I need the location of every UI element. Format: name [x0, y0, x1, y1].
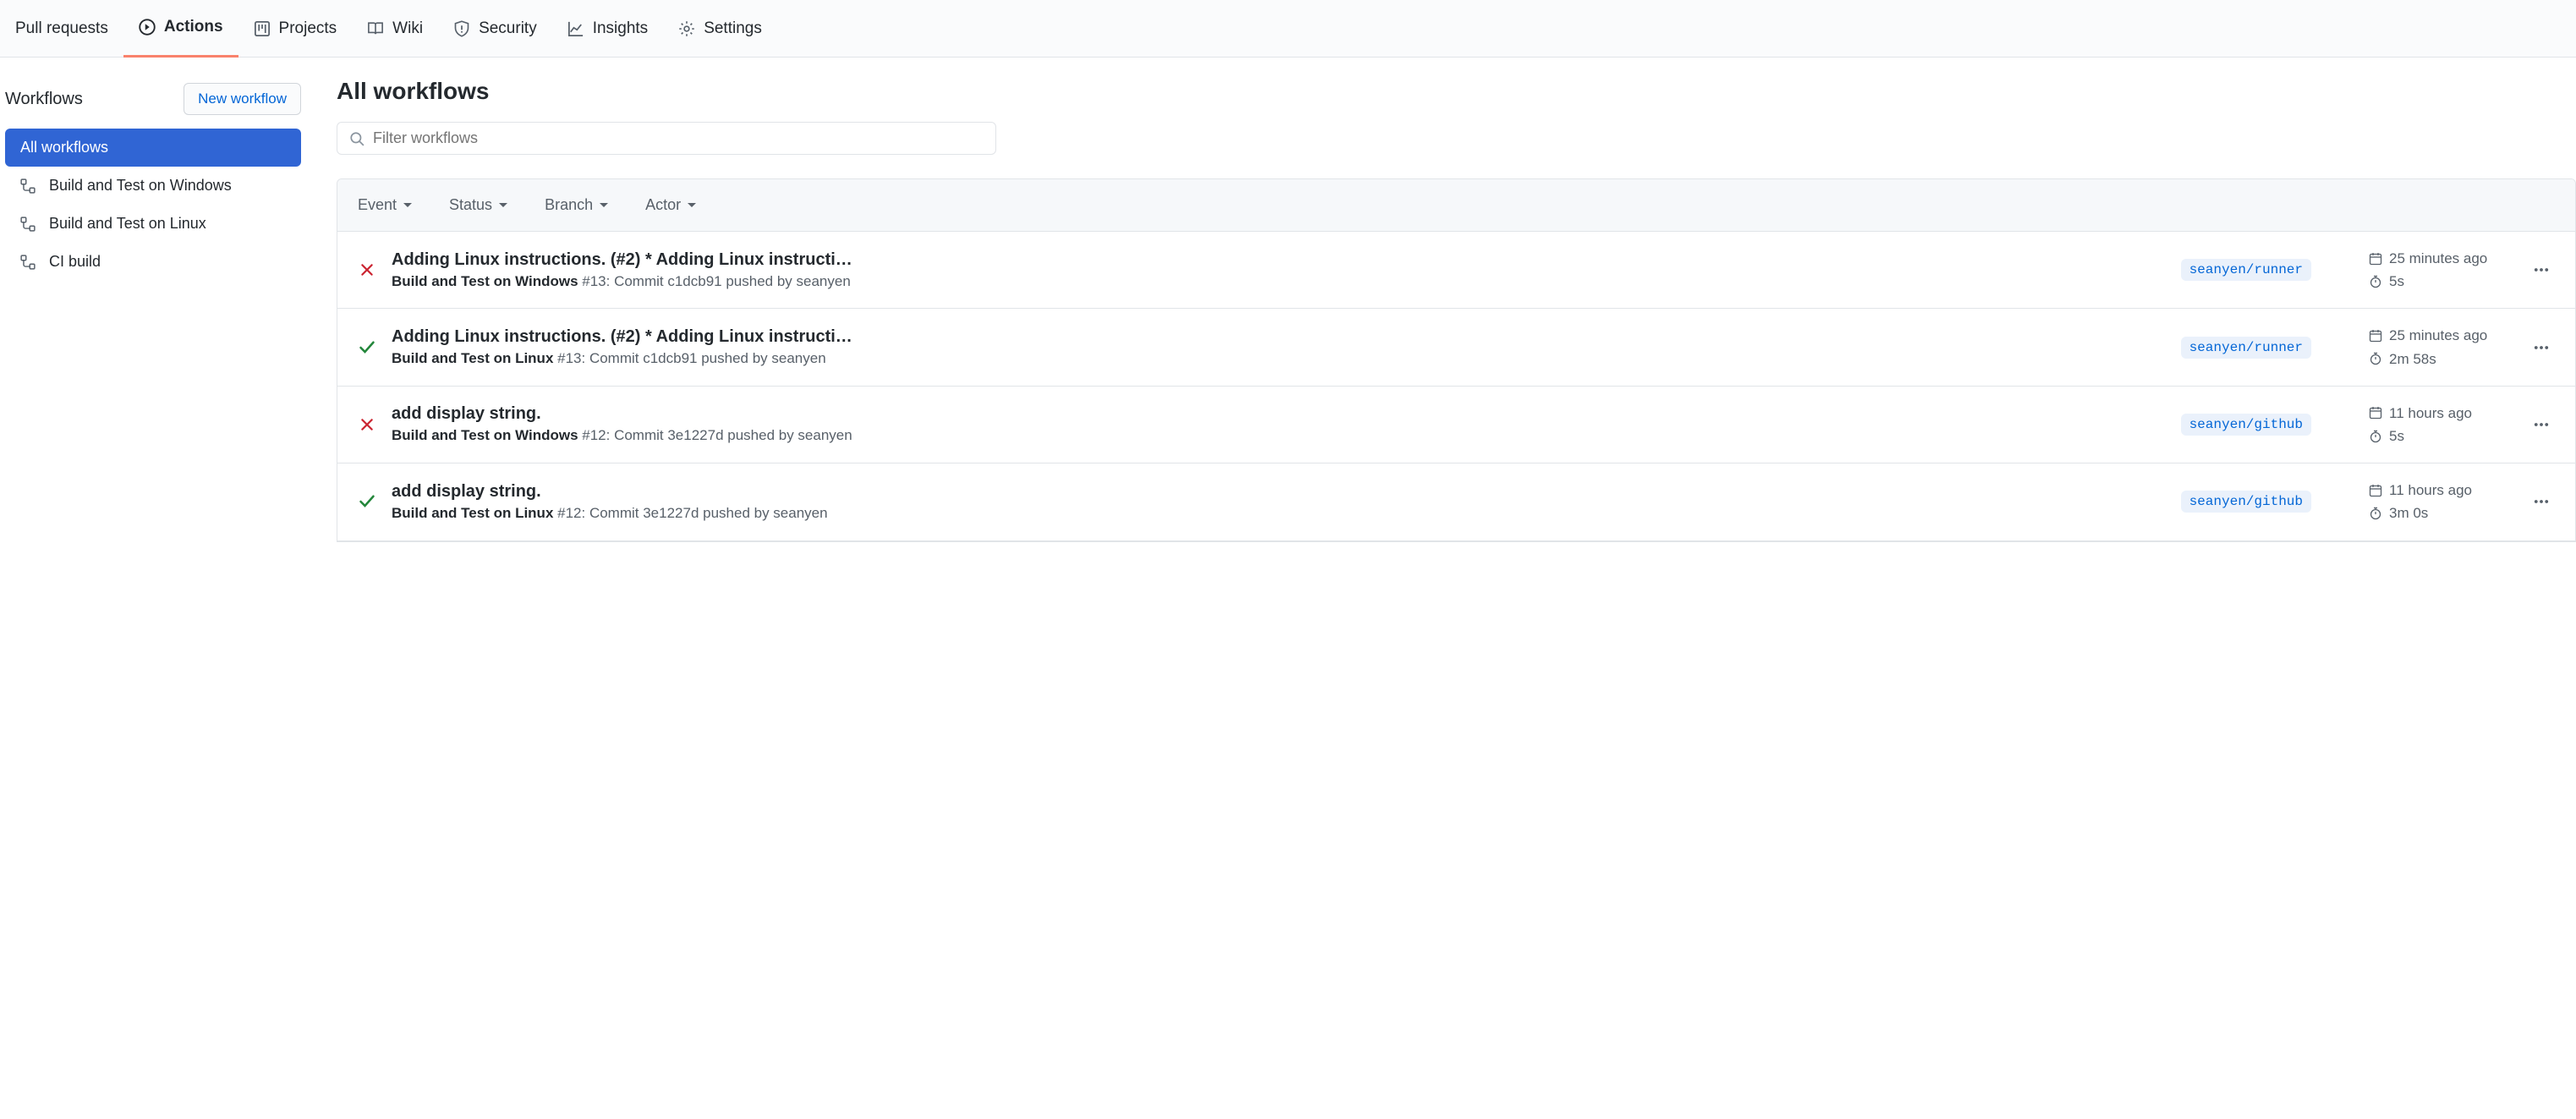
- sidebar-item-label: CI build: [49, 253, 101, 271]
- stopwatch-icon: [2369, 275, 2382, 288]
- calendar-icon: [2369, 252, 2382, 266]
- check-icon: [358, 339, 376, 356]
- search-icon: [349, 131, 364, 146]
- filter-box[interactable]: [337, 122, 996, 155]
- run-title[interactable]: add display string.: [392, 482, 2124, 502]
- filter-actor[interactable]: Actor: [645, 196, 696, 214]
- kebab-menu[interactable]: [2528, 411, 2555, 438]
- tab-pull-requests[interactable]: Pull requests: [0, 0, 123, 58]
- tab-projects[interactable]: Projects: [238, 0, 353, 58]
- run-meta: 25 minutes ago5s: [2369, 247, 2513, 293]
- runs-header: Event Status Branch Actor: [337, 179, 2575, 232]
- run-title[interactable]: Adding Linux instructions. (#2) * Adding…: [392, 327, 2124, 347]
- run-meta: 11 hours ago5s: [2369, 402, 2513, 447]
- sidebar-title: Workflows: [5, 90, 83, 109]
- check-icon: [358, 493, 376, 510]
- runs-list: Event Status Branch Actor Adding Linux i…: [337, 178, 2576, 542]
- shield-icon: [453, 20, 470, 37]
- run-subtitle: Build and Test on Linux #12: Commit 3e12…: [392, 505, 2124, 522]
- run-meta: 25 minutes ago2m 58s: [2369, 324, 2513, 370]
- calendar-icon: [2369, 406, 2382, 420]
- play-icon: [139, 19, 156, 36]
- chevron-down-icon: [403, 203, 412, 207]
- main-content: All workflows Event Status Branch Actor …: [321, 78, 2576, 542]
- stopwatch-icon: [2369, 430, 2382, 443]
- tab-settings[interactable]: Settings: [663, 0, 777, 58]
- run-title[interactable]: Adding Linux instructions. (#2) * Adding…: [392, 250, 2124, 270]
- x-icon: [358, 417, 376, 432]
- sidebar-item-workflow[interactable]: CI build: [5, 243, 301, 281]
- filter-branch[interactable]: Branch: [545, 196, 608, 214]
- gear-icon: [678, 20, 695, 37]
- dd-label: Branch: [545, 196, 593, 214]
- sidebar-item-label: All workflows: [20, 139, 108, 156]
- sidebar-item-all-workflows[interactable]: All workflows: [5, 129, 301, 167]
- filter-event[interactable]: Event: [358, 196, 412, 214]
- dd-label: Status: [449, 196, 492, 214]
- calendar-icon: [2369, 329, 2382, 343]
- run-subtitle: Build and Test on Windows #12: Commit 3e…: [392, 427, 2124, 444]
- chevron-down-icon: [688, 203, 696, 207]
- tab-label: Projects: [279, 19, 337, 38]
- sidebar: Workflows New workflow All workflows Bui…: [0, 78, 321, 542]
- project-icon: [254, 20, 271, 37]
- kebab-menu[interactable]: [2528, 334, 2555, 361]
- run-meta: 11 hours ago3m 0s: [2369, 479, 2513, 524]
- repo-tabs: Pull requests Actions Projects Wiki Secu…: [0, 0, 2576, 58]
- run-row: add display string. Build and Test on Lin…: [337, 464, 2575, 540]
- run-row: Adding Linux instructions. (#2) * Adding…: [337, 309, 2575, 386]
- sidebar-item-workflow[interactable]: Build and Test on Windows: [5, 167, 301, 205]
- sidebar-item-workflow[interactable]: Build and Test on Linux: [5, 205, 301, 243]
- tab-label: Settings: [704, 19, 762, 38]
- tab-wiki[interactable]: Wiki: [352, 0, 438, 58]
- stopwatch-icon: [2369, 507, 2382, 520]
- page-title: All workflows: [337, 78, 2576, 105]
- tab-label: Security: [479, 19, 537, 38]
- tab-label: Actions: [164, 18, 223, 36]
- workflow-icon: [20, 217, 36, 232]
- tab-security[interactable]: Security: [438, 0, 552, 58]
- sidebar-item-label: Build and Test on Windows: [49, 177, 232, 195]
- book-icon: [367, 20, 384, 37]
- dd-label: Event: [358, 196, 397, 214]
- branch-label[interactable]: seanyen/runner: [2181, 337, 2311, 359]
- chevron-down-icon: [499, 203, 507, 207]
- branch-label[interactable]: seanyen/github: [2181, 491, 2311, 513]
- run-subtitle: Build and Test on Linux #13: Commit c1dc…: [392, 350, 2124, 367]
- chevron-down-icon: [600, 203, 608, 207]
- run-row: add display string. Build and Test on Win…: [337, 387, 2575, 464]
- calendar-icon: [2369, 484, 2382, 497]
- kebab-menu[interactable]: [2528, 256, 2555, 283]
- run-title[interactable]: add display string.: [392, 404, 2124, 424]
- filter-input[interactable]: [373, 129, 984, 147]
- tab-label: Pull requests: [15, 19, 108, 38]
- workflow-icon: [20, 178, 36, 194]
- tab-actions[interactable]: Actions: [123, 0, 238, 58]
- stopwatch-icon: [2369, 352, 2382, 365]
- tab-insights[interactable]: Insights: [552, 0, 663, 58]
- filter-status[interactable]: Status: [449, 196, 507, 214]
- kebab-menu[interactable]: [2528, 488, 2555, 515]
- tab-label: Wiki: [392, 19, 423, 38]
- run-row: Adding Linux instructions. (#2) * Adding…: [337, 232, 2575, 309]
- run-subtitle: Build and Test on Windows #13: Commit c1…: [392, 273, 2124, 290]
- tab-label: Insights: [593, 19, 648, 38]
- branch-label[interactable]: seanyen/github: [2181, 414, 2311, 436]
- x-icon: [358, 262, 376, 277]
- new-workflow-button[interactable]: New workflow: [184, 83, 301, 115]
- branch-label[interactable]: seanyen/runner: [2181, 259, 2311, 281]
- graph-icon: [567, 20, 584, 37]
- dd-label: Actor: [645, 196, 681, 214]
- workflow-icon: [20, 255, 36, 270]
- sidebar-item-label: Build and Test on Linux: [49, 215, 206, 233]
